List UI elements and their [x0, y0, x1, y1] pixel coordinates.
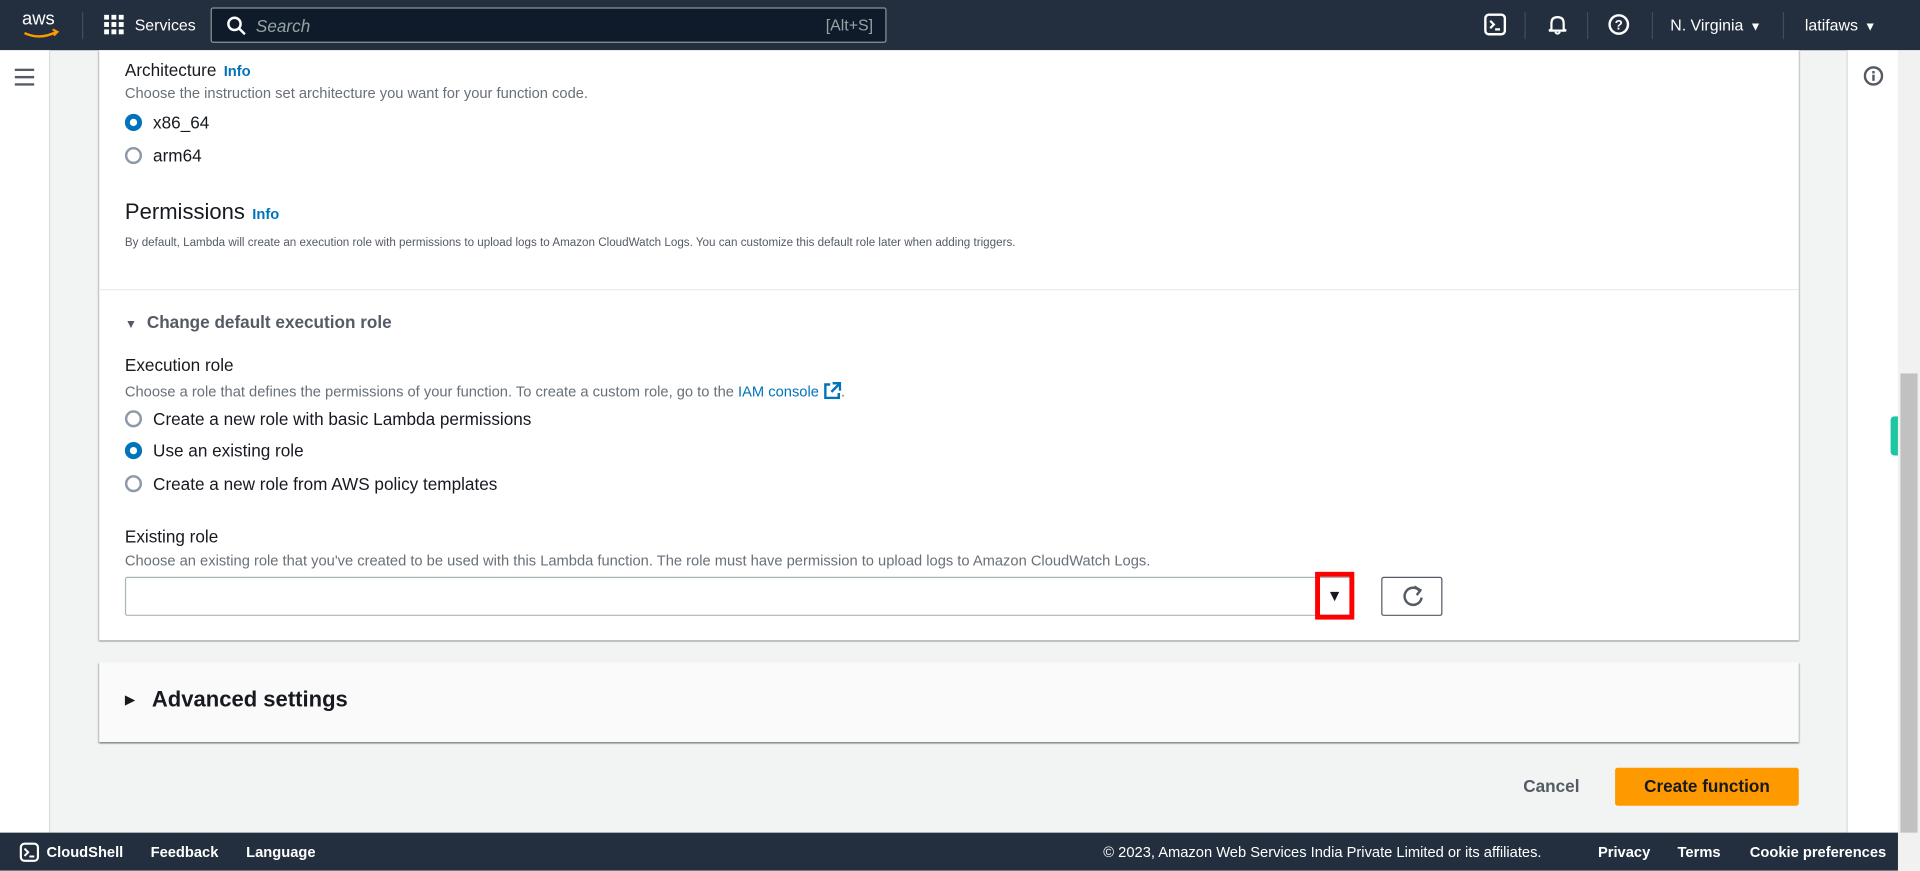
- help-icon[interactable]: ?: [1608, 13, 1630, 35]
- refresh-icon: [1403, 585, 1423, 607]
- grid-icon: [104, 14, 124, 35]
- caret-down-icon: ▼: [1749, 20, 1762, 35]
- scrollbar-thumb[interactable]: [1900, 373, 1918, 833]
- top-navigation: aws Services Search [Alt+S] ? N. Virgini…: [0, 0, 1920, 51]
- change-execution-role-toggle[interactable]: ▼ Change default execution role: [125, 312, 392, 332]
- radio-arm64[interactable]: arm64: [124, 146, 202, 165]
- radio-unselected-icon: [124, 475, 143, 493]
- advanced-settings-section[interactable]: ▶ Advanced settings: [99, 662, 1799, 743]
- privacy-link[interactable]: Privacy: [1598, 844, 1650, 861]
- terms-link[interactable]: Terms: [1678, 844, 1721, 861]
- iam-console-link[interactable]: IAM console: [738, 383, 819, 400]
- radio-policy-templates-role[interactable]: Create a new role from AWS policy templa…: [124, 474, 497, 493]
- select-dropdown-toggle[interactable]: ▼: [1315, 571, 1355, 620]
- execution-role-description: Choose a role that defines the permissio…: [124, 382, 846, 401]
- radio-use-existing-role[interactable]: Use an existing role: [124, 441, 304, 460]
- caret-down-icon: ▼: [1864, 20, 1877, 35]
- cancel-button[interactable]: Cancel: [1523, 776, 1579, 796]
- side-navigation: [0, 50, 51, 833]
- feedback-tab[interactable]: [1890, 416, 1898, 456]
- cloudshell-icon[interactable]: [19, 842, 40, 862]
- refresh-button[interactable]: [1381, 576, 1443, 616]
- caret-down-icon: ▼: [1326, 586, 1343, 605]
- existing-role-description: Choose an existing role that you've crea…: [124, 552, 1151, 570]
- region-selector[interactable]: N. Virginia ▼: [1670, 15, 1768, 37]
- architecture-label: Architecture Info: [124, 60, 251, 80]
- search-input[interactable]: Search [Alt+S]: [210, 7, 887, 43]
- hamburger-menu-icon[interactable]: [14, 68, 35, 86]
- radio-x86-64[interactable]: x86_64: [124, 113, 209, 132]
- permissions-info-link[interactable]: Info: [252, 206, 279, 223]
- cloudshell-link[interactable]: CloudShell: [47, 844, 124, 861]
- copyright-text: © 2023, Amazon Web Services India Privat…: [1103, 843, 1542, 861]
- divider: [99, 288, 1799, 291]
- create-function-button[interactable]: Create function: [1615, 767, 1799, 806]
- radio-create-basic-role[interactable]: Create a new role with basic Lambda perm…: [124, 409, 531, 429]
- external-link-icon[interactable]: [823, 382, 841, 400]
- radio-selected-icon: [124, 442, 143, 460]
- caret-right-icon: ▶: [124, 693, 136, 708]
- radio-unselected-icon: [124, 146, 143, 165]
- svg-text:?: ?: [1615, 17, 1623, 32]
- info-icon[interactable]: [1863, 66, 1884, 86]
- language-link[interactable]: Language: [246, 844, 315, 861]
- services-menu-button[interactable]: Services: [104, 14, 196, 37]
- existing-role-select[interactable]: [124, 576, 1355, 616]
- feedback-link[interactable]: Feedback: [151, 844, 219, 861]
- permissions-title: Permissions Info: [124, 199, 280, 225]
- caret-down-icon: ▼: [124, 318, 138, 332]
- architecture-info-link[interactable]: Info: [224, 62, 251, 79]
- cloudshell-icon[interactable]: [1484, 13, 1507, 36]
- radio-unselected-icon: [124, 410, 143, 428]
- execution-role-label: Execution role: [124, 355, 234, 375]
- search-icon: [227, 16, 246, 36]
- radio-selected-icon: [124, 113, 143, 132]
- permissions-description: By default, Lambda will create an execut…: [124, 236, 1016, 250]
- notifications-bell-icon[interactable]: [1547, 13, 1569, 35]
- account-menu[interactable]: latifaws ▼: [1805, 15, 1891, 37]
- footer: CloudShell Feedback Language © 2023, Ama…: [0, 832, 1898, 871]
- cookie-preferences-link[interactable]: Cookie preferences: [1750, 844, 1886, 861]
- existing-role-label: Existing role: [124, 526, 219, 547]
- aws-logo[interactable]: aws: [21, 9, 63, 41]
- architecture-description: Choose the instruction set architecture …: [124, 84, 589, 102]
